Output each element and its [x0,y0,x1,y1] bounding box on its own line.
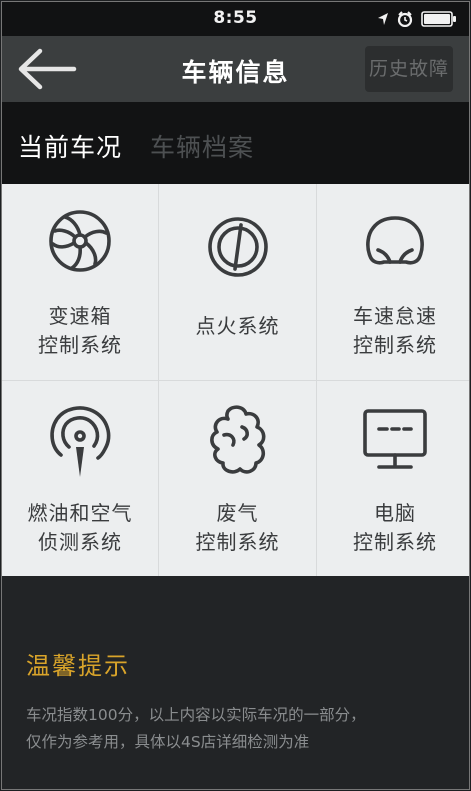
history-faults-button[interactable]: 历史故障 [365,46,453,92]
nav-bar: 车辆信息 历史故障 [2,36,469,102]
tips-panel: 温馨提示 车况指数100分，以上内容以实际车况的一部分， 仅作为参考用，具体以4… [2,576,469,789]
tab-current-condition[interactable]: 当前车况 [18,128,122,164]
turbine-icon [49,210,111,272]
car-seat-icon [366,216,424,265]
system-speed-idle[interactable]: 车速怠速 控制系统 [317,184,469,380]
exhaust-cloud-icon [209,405,265,474]
system-exhaust[interactable]: 废气 控制系统 [159,381,316,577]
system-label: 变速箱 控制系统 [38,304,122,357]
systems-grid: 变速箱 控制系统 点火系统 车速怠速 控制系统 燃油和空气 侦测系统 废气 控制… [2,184,469,577]
location-arrow-icon [378,13,388,25]
system-label: 废气 控制系统 [195,501,280,554]
tips-body: 车况指数100分，以上内容以实际车况的一部分， 仅作为参考用，具体以4S店详细检… [26,706,366,751]
system-computer[interactable]: 电脑 控制系统 [317,381,469,577]
alarm-icon [397,11,413,27]
back-button[interactable] [16,48,78,90]
tab-bar: 当前车况 车辆档案 [2,102,469,184]
system-label: 电脑 控制系统 [353,501,437,554]
system-fuel-air[interactable]: 燃油和空气 侦测系统 [2,381,158,577]
system-label: 车速怠速 控制系统 [353,304,437,357]
tips-title: 温馨提示 [26,652,130,680]
tab-vehicle-archive[interactable]: 车辆档案 [150,128,254,164]
system-label: 点火系统 [195,314,280,338]
battery-icon [421,11,456,27]
status-icons [377,11,457,27]
system-label: 燃油和空气 侦测系统 [27,501,133,554]
system-transmission[interactable]: 变速箱 控制系统 [2,184,158,380]
fuel-sensor-icon [50,406,111,477]
status-bar: 8:55 [2,2,469,36]
arrow-left-icon [18,48,77,90]
app-frame: 8:55 车辆信息 历史故障 当前车况 车辆档案 变速箱 控制系统 点火系统 车… [1,1,470,790]
system-ignition[interactable]: 点火系统 [159,184,316,380]
ignition-icon [207,217,268,277]
computer-monitor-icon [363,409,427,469]
